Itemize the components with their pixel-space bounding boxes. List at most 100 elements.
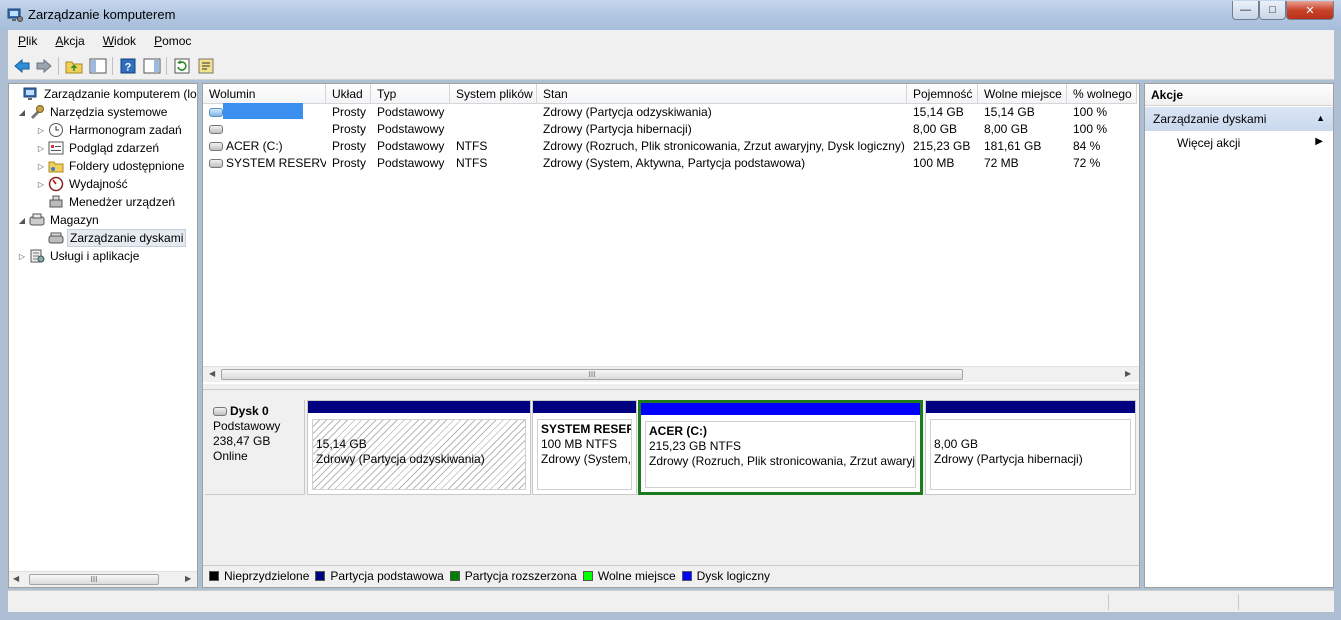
partition-bar xyxy=(308,401,530,413)
collapse-icon[interactable]: ◢ xyxy=(17,108,27,117)
tree-item-device-manager[interactable]: Menedżer urządzeń xyxy=(36,193,177,211)
up-folder-icon[interactable] xyxy=(64,56,84,76)
svg-text:?: ? xyxy=(125,62,132,74)
partition-bar xyxy=(926,401,1135,413)
tree-item-disk-management[interactable]: Zarządzanie dyskami xyxy=(36,229,187,247)
minimize-button[interactable]: — xyxy=(1232,1,1259,20)
submenu-arrow-icon: ▶ xyxy=(1315,136,1323,147)
actions-group-disk-management[interactable]: Zarządzanie dyskami ▲ xyxy=(1145,107,1333,131)
tree-label: Zarządzanie komputerem (loka xyxy=(44,87,198,101)
expand-icon[interactable]: ▷ xyxy=(36,180,46,189)
tools-icon xyxy=(30,105,44,120)
menu-action[interactable]: Akcja xyxy=(45,34,92,48)
performance-icon xyxy=(48,176,64,192)
back-icon[interactable] xyxy=(12,56,32,76)
tree-item-event-viewer[interactable]: ▷ Podgląd zdarzeń xyxy=(36,139,161,157)
redacted-volume-name xyxy=(223,103,303,119)
col-type[interactable]: Typ xyxy=(371,84,450,104)
legend-item: Dysk logiczny xyxy=(681,569,770,583)
col-percent-free[interactable]: % wolnego xyxy=(1067,84,1137,104)
toolbar: ? xyxy=(8,52,1334,80)
disk-name: Dysk 0 xyxy=(230,404,269,418)
device-manager-icon xyxy=(49,195,63,208)
disk-type: Podstawowy xyxy=(213,419,281,433)
partition-bar xyxy=(641,403,920,415)
tree-horizontal-scrollbar[interactable]: ◀ III ▶ xyxy=(9,571,197,587)
partition-acer-c[interactable]: ACER (C:) 215,23 GB NTFS Zdrowy (Rozruch… xyxy=(638,400,923,495)
volume-icon xyxy=(209,125,223,135)
window-title: Zarządzanie komputerem xyxy=(28,7,176,22)
show-tree-icon[interactable] xyxy=(88,56,108,76)
actions-pane: Akcje Zarządzanie dyskami ▲ Więcej akcji… xyxy=(1144,83,1334,588)
volume-list-horizontal-scrollbar[interactable]: ◀ III ▶ xyxy=(203,366,1139,382)
status-bar xyxy=(8,590,1334,612)
tree-item-task-scheduler[interactable]: ▷ Harmonogram zadań xyxy=(36,121,184,139)
scroll-left-icon[interactable]: ◀ xyxy=(13,574,19,583)
title-bar: Zarządzanie komputerem — □ ✕ xyxy=(0,0,1341,30)
partition-system-reserved[interactable]: SYSTEM RESERV 100 MB NTFS Zdrowy (System… xyxy=(532,400,637,495)
disk-management-icon xyxy=(48,232,64,244)
partition-bar xyxy=(533,401,636,413)
tree-item-system-tools[interactable]: ◢ Narzędzia systemowe xyxy=(17,103,169,121)
tree-item-performance[interactable]: ▷ Wydajność xyxy=(36,175,130,193)
partition-hibernation[interactable]: 8,00 GB Zdrowy (Partycja hibernacji) xyxy=(925,400,1136,495)
legend-item: Partycja rozszerzona xyxy=(449,569,577,583)
scroll-right-icon[interactable]: ▶ xyxy=(1125,369,1131,378)
refresh-icon[interactable] xyxy=(172,56,192,76)
actions-title: Akcje xyxy=(1145,84,1333,106)
menu-help[interactable]: Pomoc xyxy=(144,34,199,48)
navigation-tree: Zarządzanie komputerem (loka ◢ Narzędzia… xyxy=(8,83,198,588)
volume-icon xyxy=(209,142,223,152)
help-icon[interactable]: ? xyxy=(118,56,138,76)
tree-selected-label: Zarządzanie dyskami xyxy=(67,229,187,247)
volume-list: Wolumin Układ Typ System plików Stan Poj… xyxy=(203,84,1139,384)
legend-item: Wolne miejsce xyxy=(582,569,676,583)
services-icon xyxy=(30,249,45,263)
computer-management-icon xyxy=(7,8,23,22)
legend-item: Partycja podstawowa xyxy=(315,569,444,583)
partition-recovery[interactable]: 15,14 GB Zdrowy (Partycja odzyskiwania) xyxy=(307,400,531,495)
legend: Nieprzydzielone Partycja podstawowa Part… xyxy=(203,565,1139,585)
volume-icon xyxy=(209,159,223,169)
scroll-right-icon[interactable]: ▶ xyxy=(185,574,191,583)
disk-icon xyxy=(213,407,227,416)
computer-management-icon xyxy=(23,87,37,100)
expand-icon[interactable]: ▷ xyxy=(36,162,46,171)
menu-bar: Plik Akcja Widok Pomoc xyxy=(8,30,1334,52)
collapse-up-icon[interactable]: ▲ xyxy=(1316,113,1325,123)
expand-icon[interactable]: ▷ xyxy=(36,144,46,153)
collapse-icon[interactable]: ◢ xyxy=(17,216,27,225)
disk-management-pane: Wolumin Układ Typ System plików Stan Poj… xyxy=(202,83,1140,588)
tree-item-storage[interactable]: ◢ Magazyn xyxy=(17,211,101,229)
close-button[interactable]: ✕ xyxy=(1286,1,1334,20)
clock-icon xyxy=(49,123,63,137)
col-free-space[interactable]: Wolne miejsce xyxy=(978,84,1067,104)
legend-item: Nieprzydzielone xyxy=(209,569,309,583)
scroll-thumb[interactable]: III xyxy=(221,369,963,380)
tree-item-shared-folders[interactable]: ▷ Foldery udostępnione xyxy=(36,157,186,175)
storage-icon xyxy=(29,213,45,226)
scroll-thumb[interactable]: III xyxy=(29,574,159,585)
disk-map: Dysk 0 Podstawowy 238,47 GB Online 15,14… xyxy=(203,389,1139,587)
col-volume[interactable]: Wolumin xyxy=(203,84,326,104)
more-actions-item[interactable]: Więcej akcji ▶ xyxy=(1145,132,1333,154)
expand-icon[interactable]: ▷ xyxy=(36,126,46,135)
disk-0-info[interactable]: Dysk 0 Podstawowy 238,47 GB Online xyxy=(205,400,305,495)
volume-icon xyxy=(209,108,223,118)
col-layout[interactable]: Układ xyxy=(326,84,371,104)
menu-view[interactable]: Widok xyxy=(93,34,144,48)
col-capacity[interactable]: Pojemność xyxy=(907,84,978,104)
scroll-left-icon[interactable]: ◀ xyxy=(209,369,215,378)
maximize-button[interactable]: □ xyxy=(1259,1,1286,20)
col-status[interactable]: Stan xyxy=(537,84,907,104)
disk-state: Online xyxy=(213,449,248,463)
menu-file[interactable]: Plik xyxy=(8,34,45,48)
properties-icon[interactable] xyxy=(196,56,216,76)
expand-icon[interactable]: ▷ xyxy=(17,252,27,261)
forward-icon[interactable] xyxy=(34,56,54,76)
event-viewer-icon xyxy=(48,141,64,155)
tree-item-computer-management[interactable]: Zarządzanie komputerem (loka xyxy=(11,85,198,103)
col-filesystem[interactable]: System plików xyxy=(450,84,537,104)
show-action-pane-icon[interactable] xyxy=(142,56,162,76)
tree-item-services[interactable]: ▷ Usługi i aplikacje xyxy=(17,247,141,265)
